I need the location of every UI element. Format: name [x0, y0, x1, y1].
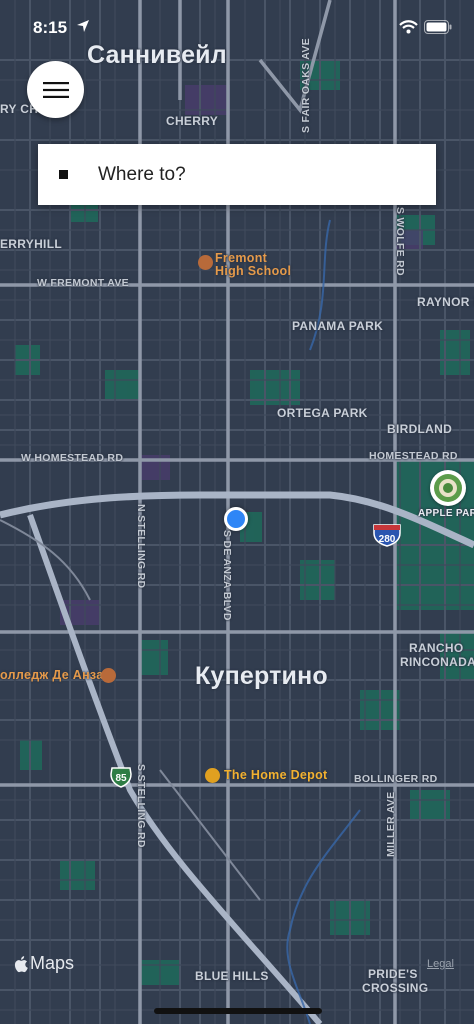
current-location-dot: [224, 507, 248, 531]
where-to-search-box[interactable]: Where to?: [38, 144, 436, 205]
location-arrow-icon: [76, 19, 90, 38]
status-time: 8:15: [33, 18, 68, 37]
school-icon[interactable]: [198, 255, 213, 270]
battery-icon: [424, 20, 452, 39]
street-label: BOLLINGER RD: [354, 773, 438, 785]
neighborhood-label: BLUE HILLS: [195, 969, 269, 983]
neighborhood-label: ERRYHILL: [0, 237, 62, 251]
street-label: HOMESTEAD RD: [369, 450, 458, 462]
street-label: S WOLFE RD: [394, 207, 406, 276]
destination-square-icon: [59, 170, 68, 179]
street-label: W FREMONT AVE: [37, 277, 129, 289]
apple-park-icon[interactable]: [430, 470, 466, 506]
apple-logo-icon: [14, 955, 28, 972]
where-to-placeholder: Where to?: [98, 163, 186, 185]
city-label-cupertino: Купертино: [195, 662, 328, 690]
shield-number: 85: [115, 773, 127, 784]
hamburger-icon: [42, 81, 69, 98]
poi-label-fremont-hs[interactable]: Fremont: [215, 251, 267, 265]
neighborhood-label: BIRDLAND: [387, 422, 453, 436]
neighborhood-label: PRIDE'S: [368, 967, 418, 981]
neighborhood-label: CHERRY: [166, 114, 219, 128]
neighborhood-label: RINCONADA: [400, 655, 474, 669]
shopping-icon[interactable]: [205, 768, 220, 783]
city-label-sunnyvale: Саннивейл: [87, 41, 227, 69]
menu-button[interactable]: [27, 61, 84, 118]
street-label: S STELLING RD: [135, 764, 147, 848]
neighborhood-label: ORTEGA PARK: [277, 406, 368, 420]
poi-label-fremont-hs[interactable]: High School: [215, 264, 291, 278]
state-route-shield-icon: 85: [109, 766, 133, 793]
status-indicators: [399, 20, 452, 39]
legal-link[interactable]: Legal: [427, 958, 454, 970]
neighborhood-label: RAYNOR PARK: [417, 295, 474, 309]
street-label: MILLER AVE: [385, 791, 397, 857]
neighborhood-label: RANCHO: [409, 641, 464, 655]
apple-maps-logo: Maps: [13, 953, 74, 974]
maps-brand-text: Maps: [30, 953, 75, 973]
interstate-shield-icon: 280: [372, 523, 402, 552]
college-icon[interactable]: [101, 668, 116, 683]
shield-number: 280: [379, 534, 396, 545]
street-label: N STELLING RD: [135, 504, 147, 589]
wifi-icon: [399, 20, 418, 39]
status-bar: 8:15: [0, 0, 474, 56]
street-label: S FAIR OAKS AVE: [300, 38, 312, 133]
street-label: W HOMESTEAD RD: [21, 452, 124, 464]
map-screen: 8:15 Саннивейл Купертино RY CH ERRYHILL …: [0, 0, 474, 1024]
home-indicator[interactable]: [154, 1008, 322, 1014]
poi-label-deanza-college[interactable]: олледж Де Анза: [0, 668, 104, 682]
street-label: S DE ANZA BLVD: [221, 530, 233, 621]
neighborhood-label: CROSSING: [362, 981, 429, 995]
neighborhood-label: PANAMA PARK: [292, 319, 384, 333]
poi-label-apple-park[interactable]: APPLE PARK: [418, 508, 474, 519]
poi-label-home-depot[interactable]: The Home Depot: [224, 768, 328, 782]
